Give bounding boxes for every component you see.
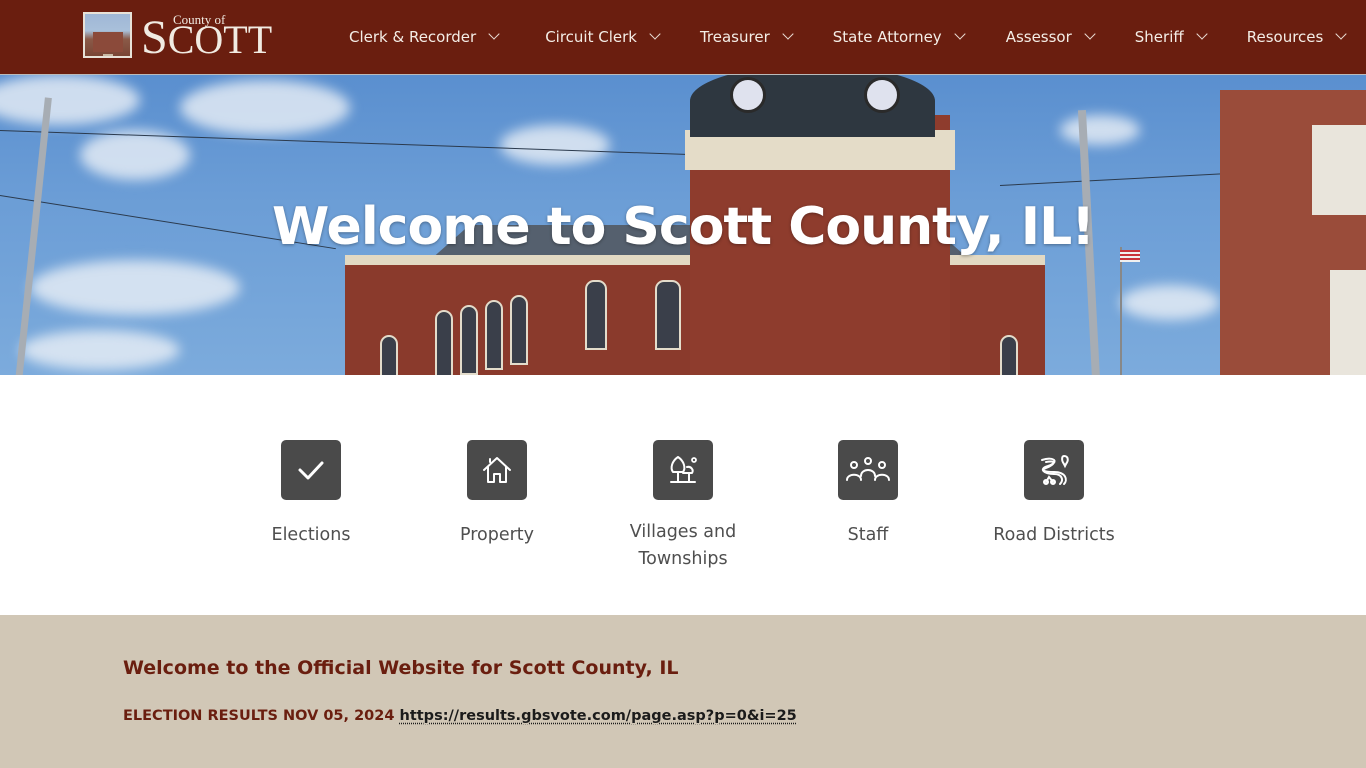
nav-treasurer[interactable]: Treasurer xyxy=(699,28,794,46)
nav-label: Circuit Clerk xyxy=(545,28,637,46)
quick-link-elections[interactable]: Elections xyxy=(221,440,401,549)
nav-resources[interactable]: Resources xyxy=(1246,28,1347,46)
logo-wordmark: County of SCOTT xyxy=(141,12,272,62)
nav-label: Resources xyxy=(1246,28,1324,46)
nav-sheriff[interactable]: Sheriff xyxy=(1134,28,1208,46)
courthouse-thumbnail xyxy=(83,12,132,58)
quick-link-property[interactable]: Property xyxy=(407,440,587,549)
nav-label: Sheriff xyxy=(1134,28,1184,46)
checkmark-icon xyxy=(281,440,341,500)
quick-link-label: Property xyxy=(459,525,535,545)
intro-section: Welcome to the Official Website for Scot… xyxy=(0,615,1366,768)
quick-link-staff[interactable]: Staff xyxy=(778,440,958,549)
chevron-down-icon xyxy=(1335,28,1347,40)
nav-label: Assessor xyxy=(1005,28,1072,46)
nav-state-attorney[interactable]: State Attorney xyxy=(832,28,966,46)
nav-label: Clerk & Recorder xyxy=(349,28,477,46)
house-icon xyxy=(467,440,527,500)
quick-link-villages-townships[interactable]: Villages and Townships xyxy=(593,440,773,573)
hero-title: Welcome to Scott County, IL! xyxy=(272,197,1095,257)
quick-link-label: Villages and Townships xyxy=(629,522,737,569)
quick-link-label: Road Districts xyxy=(993,525,1115,545)
intro-heading: Welcome to the Official Website for Scot… xyxy=(123,657,679,679)
site-header: County of SCOTT Clerk & Recorder Circuit… xyxy=(0,0,1366,74)
quick-links: Elections Property Villages and Township… xyxy=(0,375,1366,615)
chevron-down-icon xyxy=(1084,28,1096,40)
main-nav: Clerk & Recorder Circuit Clerk Treasurer… xyxy=(349,0,1347,74)
nav-label: State Attorney xyxy=(832,28,942,46)
election-results-line: ELECTION RESULTS NOV 05, 2024 https://re… xyxy=(123,708,797,724)
chevron-down-icon xyxy=(954,28,966,40)
election-results-label: ELECTION RESULTS NOV 05, 2024 xyxy=(123,708,395,724)
nav-circuit-clerk[interactable]: Circuit Clerk xyxy=(545,28,661,46)
chevron-down-icon xyxy=(649,28,661,40)
logo-scott: SCOTT xyxy=(141,11,273,64)
nav-label: Treasurer xyxy=(699,28,770,46)
winding-road-icon xyxy=(1024,440,1084,500)
election-results-link[interactable]: https://results.gbsvote.com/page.asp?p=0… xyxy=(400,708,797,724)
chevron-down-icon xyxy=(488,28,500,40)
chevron-down-icon xyxy=(782,28,794,40)
county-logo[interactable]: County of SCOTT xyxy=(83,12,272,62)
quick-link-label: Elections xyxy=(271,525,351,545)
nav-assessor[interactable]: Assessor xyxy=(1005,28,1096,46)
hero-banner: Welcome to Scott County, IL! xyxy=(0,74,1366,375)
quick-link-road-districts[interactable]: Road Districts xyxy=(964,440,1144,549)
nav-clerk-recorder[interactable]: Clerk & Recorder xyxy=(349,28,500,46)
quick-link-label: Staff xyxy=(847,525,889,545)
people-group-icon xyxy=(838,440,898,500)
chevron-down-icon xyxy=(1196,28,1208,40)
trees-icon xyxy=(653,440,713,500)
